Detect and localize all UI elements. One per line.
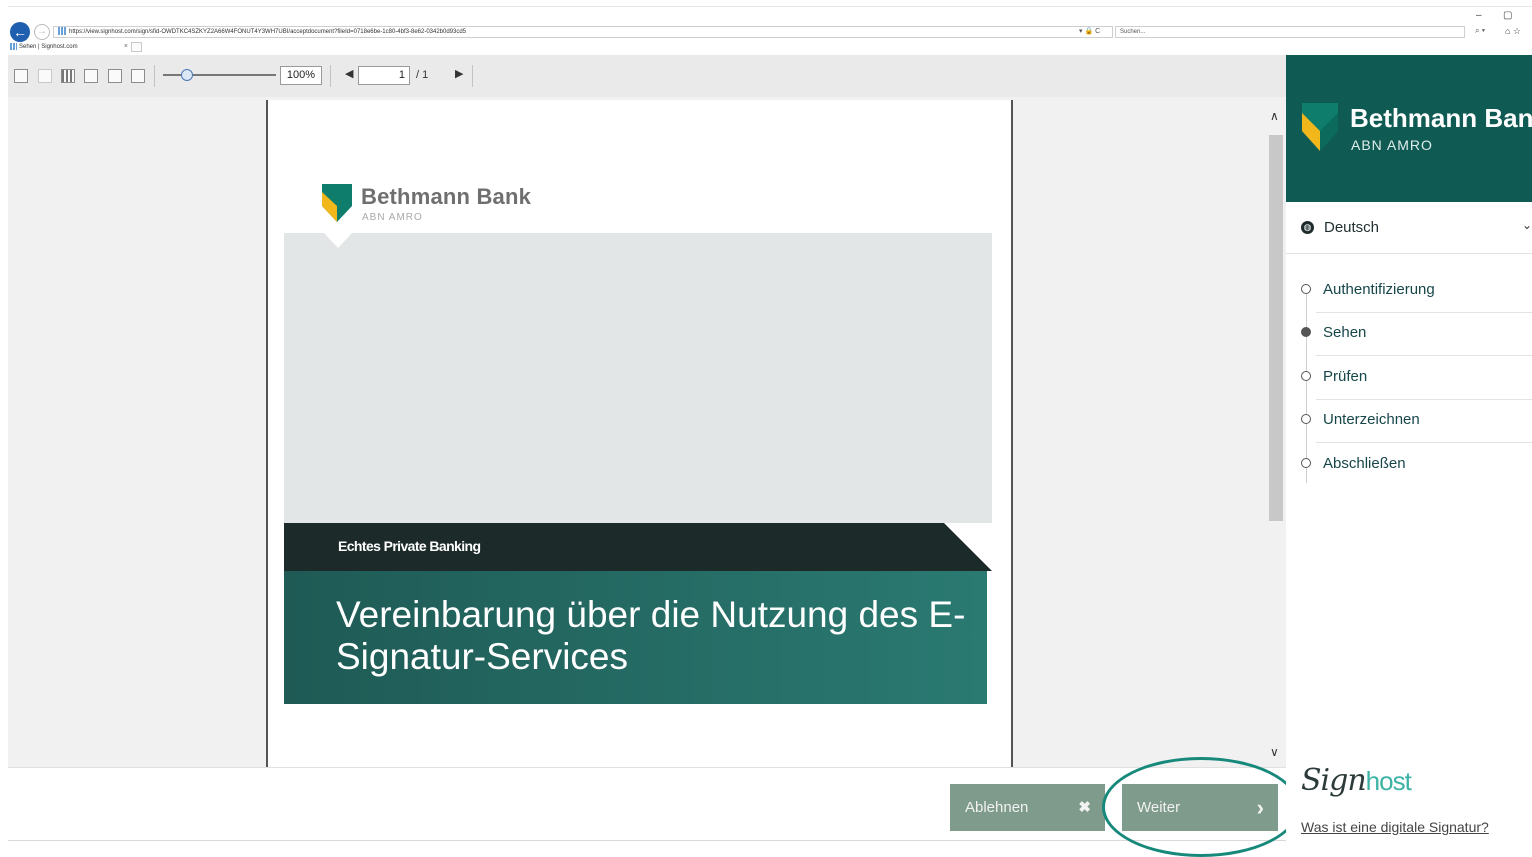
grid-view-icon[interactable] (61, 69, 75, 83)
document-viewer: 100% ◀ 1 / 1 ▶ Bethmann Bank ABN AMRO Ec… (8, 55, 1286, 767)
home-icon[interactable]: ⌂ ☆ (1505, 26, 1521, 37)
chrome-divider (8, 6, 1532, 7)
address-bar[interactable]: https://view.signhost.com/sign/sfid-OWDT… (53, 26, 1113, 38)
step-dot-icon (1301, 458, 1311, 468)
zoom-slider-track[interactable] (163, 74, 276, 76)
decline-button[interactable]: Ablehnen ✖ (950, 784, 1105, 831)
bank-shield-icon (322, 184, 352, 222)
step-sehen[interactable]: Sehen (1286, 312, 1532, 356)
language-selector[interactable]: ◍ Deutsch ⌄ (1286, 202, 1532, 254)
close-icon: ✖ (1078, 799, 1091, 816)
document-page: Bethmann Bank ABN AMRO Echtes Private Ba… (266, 100, 1013, 767)
document-tagline: Echtes Private Banking (338, 538, 481, 554)
fit-height-icon[interactable] (108, 69, 122, 83)
step-unterzeichnen[interactable]: Unterzeichnen (1286, 399, 1532, 443)
site-icon (58, 27, 66, 36)
browser-search-input[interactable]: Suchen... (1115, 26, 1465, 38)
step-label: Abschließen (1323, 455, 1406, 472)
scroll-up-icon[interactable]: ∧ (1270, 109, 1279, 123)
signhost-logo-part-b: host (1365, 766, 1412, 796)
bank-shield-icon (1302, 103, 1338, 151)
address-url: https://view.signhost.com/sign/sfid-OWDT… (69, 29, 467, 35)
step-dot-icon (1301, 284, 1311, 294)
document-logo-sub: ABN AMRO (362, 212, 423, 223)
sidebar-brand-sub: ABN AMRO (1351, 137, 1433, 153)
print-icon[interactable] (131, 69, 145, 83)
page-total: / 1 (416, 69, 429, 81)
scroll-thumb[interactable] (1269, 135, 1283, 521)
step-label: Authentifizierung (1323, 281, 1435, 298)
step-label: Prüfen (1323, 368, 1368, 385)
viewer-toolbar: 100% ◀ 1 / 1 ▶ (8, 55, 1286, 97)
search-icon[interactable]: ⌕ ▾ (1475, 26, 1485, 36)
tab-close-icon[interactable]: × (124, 41, 128, 53)
signhost-logo-part-a: Sign (1301, 763, 1367, 798)
document-logo-name: Bethmann Bank (361, 184, 532, 209)
forward-arrow-icon[interactable]: → (34, 24, 50, 40)
single-page-icon[interactable] (14, 69, 28, 83)
signing-sidebar: Bethmann Bank ABN AMRO ◍ Deutsch ⌄ Authe… (1286, 55, 1532, 857)
step-abschliessen[interactable]: Abschließen (1286, 443, 1532, 487)
toolbar-divider (154, 65, 155, 87)
digital-signature-help-link[interactable]: Was ist eine digitale Signatur? (1301, 819, 1489, 835)
browser-tab[interactable]: Sehen | Signhost.com × (10, 41, 128, 53)
step-dot-active-icon (1301, 327, 1311, 337)
signhost-logo: Signhost (1301, 763, 1412, 798)
decline-button-label: Ablehnen (965, 799, 1029, 816)
sidebar-brand-name: Bethmann Bank (1350, 103, 1532, 133)
tab-title: Sehen | Signhost.com (19, 44, 78, 50)
scroll-down-icon[interactable]: ∨ (1270, 745, 1279, 759)
fit-width-icon[interactable] (84, 69, 98, 83)
toolbar-divider (330, 65, 331, 87)
tab-site-icon (10, 42, 17, 50)
back-arrow-icon[interactable]: ← (10, 22, 30, 42)
minimize-icon[interactable]: – (1476, 10, 1482, 21)
zoom-slider-handle[interactable] (181, 69, 193, 81)
step-dot-icon (1301, 414, 1311, 424)
zoom-input[interactable]: 100% (280, 66, 322, 85)
browser-chrome: ← → https://view.signhost.com/sign/sfid-… (0, 0, 1532, 55)
sidebar-brand-header: Bethmann Bank ABN AMRO (1286, 55, 1532, 202)
two-page-icon[interactable] (38, 69, 52, 83)
step-pruefen[interactable]: Prüfen (1286, 356, 1532, 400)
page-number-input[interactable]: 1 (358, 66, 410, 85)
restore-icon[interactable]: ▢ (1503, 10, 1512, 21)
address-controls[interactable]: ▾ 🔒 C (1079, 27, 1100, 35)
chevron-down-icon: ⌄ (1521, 218, 1532, 232)
hero-image (284, 233, 992, 523)
step-authentifizierung[interactable]: Authentifizierung (1286, 269, 1532, 313)
step-label: Sehen (1323, 324, 1367, 341)
document-title: Vereinbarung über die Nutzung des E-Sign… (336, 594, 966, 677)
globe-icon: ◍ (1301, 221, 1314, 234)
step-dot-icon (1301, 371, 1311, 381)
new-tab-button[interactable] (131, 42, 142, 52)
highlight-ring (1102, 757, 1300, 857)
step-label: Unterzeichnen (1323, 411, 1420, 428)
toolbar-divider (472, 65, 473, 87)
hero-notch (324, 233, 352, 248)
prev-page-icon[interactable]: ◀ (345, 67, 353, 80)
language-label: Deutsch (1324, 219, 1380, 236)
next-page-icon[interactable]: ▶ (455, 67, 463, 80)
